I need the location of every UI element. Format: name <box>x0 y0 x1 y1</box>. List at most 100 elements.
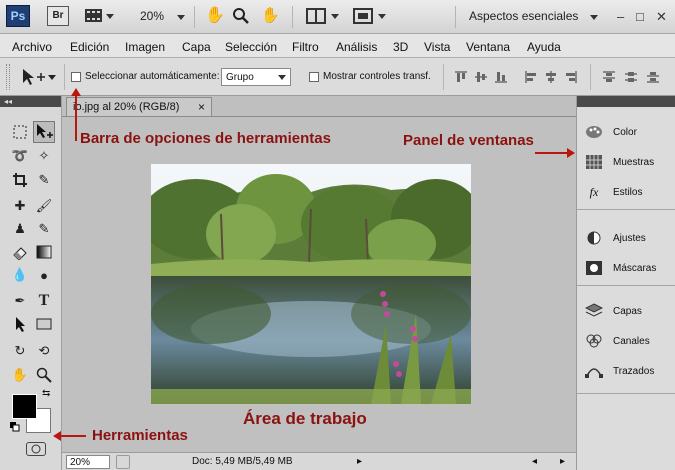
separator <box>194 6 195 28</box>
foreground-color-swatch[interactable] <box>12 394 37 419</box>
align-top-icon[interactable] <box>454 70 468 84</box>
blur-tool-icon[interactable]: 💧 <box>9 264 31 286</box>
panel-swatches-label: Muestras <box>613 156 655 168</box>
menu-archivo[interactable]: Archivo <box>12 40 52 54</box>
masks-icon <box>585 259 603 277</box>
healing-brush-tool-icon[interactable]: ✚ <box>9 195 31 217</box>
panel-paths-label: Trazados <box>613 365 655 377</box>
distribute-top-icon[interactable] <box>602 70 616 84</box>
menu-filtro[interactable]: Filtro <box>292 40 319 54</box>
brush-tool-icon[interactable]: 🖌 <box>33 195 55 217</box>
swap-colors-icon[interactable]: ⇆ <box>42 388 50 399</box>
distribute-center-icon[interactable] <box>624 70 638 84</box>
move-tool-icon[interactable] <box>33 121 55 143</box>
layers-icon <box>585 302 603 320</box>
align-horizontal-center-icon[interactable] <box>544 70 558 84</box>
status-options-icon[interactable] <box>116 455 130 469</box>
tools-panel-header[interactable]: ◂◂ <box>0 96 61 107</box>
panel-color[interactable]: Color <box>585 122 637 142</box>
hand-tool-icon[interactable]: ✋ <box>9 364 31 386</box>
panel-group-2: Ajustes Máscaras <box>577 210 675 286</box>
3d-orbit-tool-icon[interactable]: ⟲ <box>33 340 55 362</box>
screen-mode-icon <box>353 8 386 24</box>
marquee-tool-icon[interactable] <box>9 121 31 143</box>
menu-ayuda[interactable]: Ayuda <box>527 40 561 54</box>
menu-seleccion[interactable]: Selección <box>225 40 277 54</box>
panel-adjustments[interactable]: Ajustes <box>585 228 646 248</box>
path-selection-tool-icon[interactable] <box>9 313 31 335</box>
minimize-button[interactable]: – <box>617 9 624 24</box>
status-menu-arrow-icon[interactable]: ▸ <box>357 456 362 467</box>
panel-channels[interactable]: Canales <box>585 331 650 351</box>
screen-mode-button[interactable] <box>353 7 387 25</box>
bridge-button[interactable]: Br <box>47 6 69 26</box>
lasso-tool-icon[interactable]: ➰ <box>9 145 31 167</box>
align-right-icon[interactable] <box>564 70 578 84</box>
panel-layers[interactable]: Capas <box>585 301 642 321</box>
type-tool-icon[interactable]: T <box>33 290 55 312</box>
canvas-workspace[interactable] <box>62 116 576 452</box>
zoom-tool-icon[interactable] <box>232 7 250 25</box>
hand-tool-icon[interactable]: ✋ <box>205 5 225 24</box>
magic-wand-tool-icon[interactable]: ✧ <box>33 145 55 167</box>
distribute-bottom-icon[interactable] <box>646 70 660 84</box>
status-bar: 20% Doc: 5,49 MB/5,49 MB ▸ ◂ ▸ <box>62 452 576 470</box>
default-colors-icon[interactable] <box>10 422 20 432</box>
eraser-tool-icon[interactable] <box>9 241 31 263</box>
styles-icon: fx <box>589 184 599 199</box>
eyedropper-tool-icon[interactable]: ✎ <box>33 169 55 191</box>
menu-edicion[interactable]: Edición <box>70 40 109 54</box>
film-strip-button[interactable] <box>84 7 114 25</box>
panel-adjustments-label: Ajustes <box>613 232 646 244</box>
zoom-field[interactable]: 20% <box>66 455 110 469</box>
menu-imagen[interactable]: Imagen <box>125 40 165 54</box>
document-tab[interactable]: io.jpg al 20% (RGB/8) × <box>66 97 212 116</box>
menu-capa[interactable]: Capa <box>182 40 211 54</box>
tools-annotation: Herramientas <box>92 427 188 444</box>
grip-handle[interactable] <box>6 64 10 90</box>
zoom-level-menu[interactable]: 20% <box>140 9 186 23</box>
arrange-documents-button[interactable] <box>306 7 340 25</box>
workspace-name: Aspectos esenciales <box>469 9 579 23</box>
3d-rotate-tool-icon[interactable]: ↻ <box>9 340 31 362</box>
gradient-tool-icon[interactable] <box>33 241 55 263</box>
panel-styles[interactable]: fx Estilos <box>585 182 643 202</box>
tool-preset-picker[interactable] <box>20 67 58 90</box>
align-vertical-center-icon[interactable] <box>474 70 488 84</box>
maximize-button[interactable]: □ <box>636 9 644 24</box>
scroll-left-icon[interactable]: ◂ <box>532 456 537 467</box>
auto-select-dropdown[interactable]: Grupo <box>221 68 291 86</box>
pen-tool-icon[interactable]: ✒ <box>9 290 31 312</box>
menu-ventana[interactable]: Ventana <box>466 40 510 54</box>
workspace-switcher[interactable]: Aspectos esenciales <box>469 9 598 23</box>
crop-tool-icon[interactable] <box>9 169 31 191</box>
panel-masks[interactable]: Máscaras <box>585 258 656 278</box>
paths-icon <box>585 362 603 380</box>
clone-stamp-tool-icon[interactable]: ♟ <box>9 218 31 240</box>
options-bar-annotation: Barra de opciones de herramientas <box>80 130 331 147</box>
panel-paths[interactable]: Trazados <box>585 361 654 381</box>
rotate-view-icon[interactable]: ✋ <box>261 6 280 24</box>
zoom-tool-icon[interactable] <box>33 364 55 386</box>
menu-3d[interactable]: 3D <box>393 40 408 54</box>
panel-swatches[interactable]: Muestras <box>585 152 654 172</box>
quick-mask-button[interactable] <box>26 442 46 456</box>
menu-analisis[interactable]: Análisis <box>336 40 377 54</box>
align-bottom-icon[interactable] <box>494 70 508 84</box>
history-brush-tool-icon[interactable]: ✎ <box>33 218 55 240</box>
auto-select-checkbox[interactable] <box>71 72 81 82</box>
panel-group-1: Color Muestras fx Estilos <box>577 107 675 210</box>
swatches-icon <box>585 153 603 171</box>
document-tab-title: io.jpg al 20% (RGB/8) <box>73 101 180 113</box>
close-button[interactable]: ✕ <box>656 9 667 25</box>
dodge-tool-icon[interactable]: ● <box>33 264 55 286</box>
transform-controls-checkbox[interactable] <box>309 72 319 82</box>
scroll-right-icon[interactable]: ▸ <box>560 456 565 467</box>
document-tab-bar: io.jpg al 20% (RGB/8) × <box>62 96 576 116</box>
panels-header[interactable] <box>577 96 675 107</box>
close-tab-icon[interactable]: × <box>198 100 205 114</box>
align-left-icon[interactable] <box>524 70 538 84</box>
landscape-photo[interactable] <box>151 164 471 404</box>
menu-vista[interactable]: Vista <box>424 40 450 54</box>
rectangle-tool-icon[interactable] <box>33 313 55 335</box>
